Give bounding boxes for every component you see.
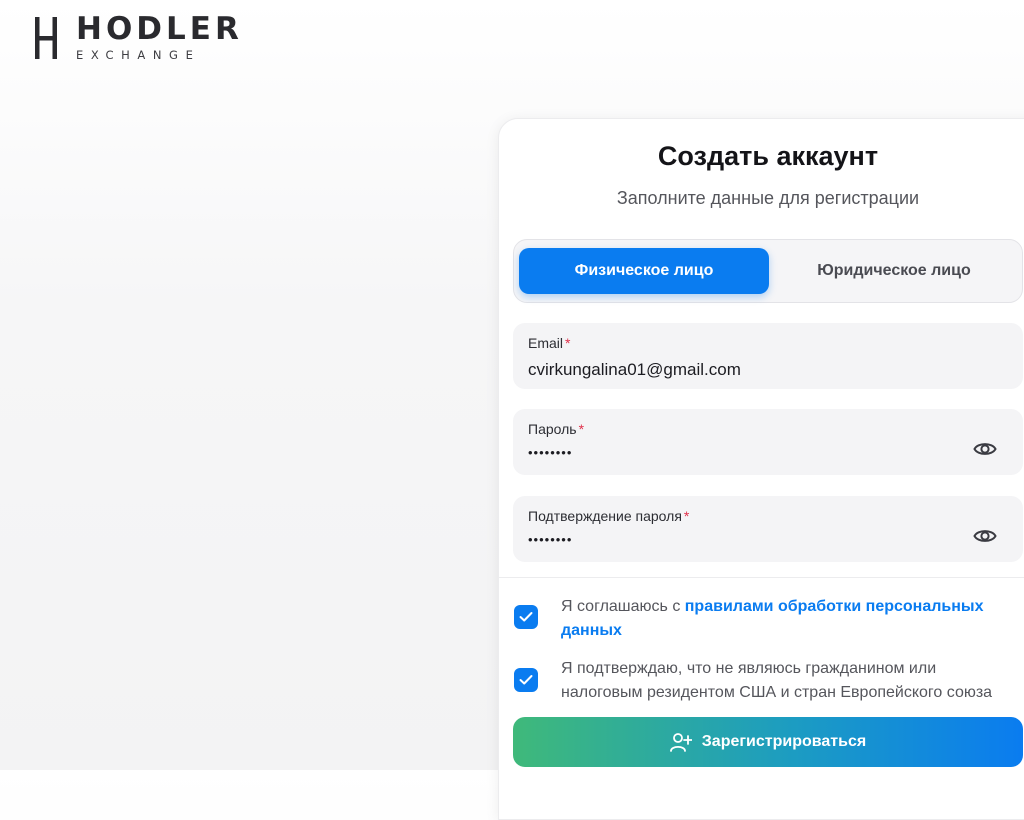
check-icon [519, 675, 533, 685]
password-field[interactable]: Пароль * •••••••• [513, 409, 1023, 475]
consent-text: Я соглашаюсь с правилами обработки персо… [561, 598, 984, 639]
required-mark: * [683, 508, 690, 524]
password-input[interactable]: •••••••• [528, 445, 572, 460]
residency-checkbox[interactable] [514, 668, 538, 692]
email-label: Email * [528, 335, 571, 351]
email-input[interactable]: cvirkungalina01@gmail.com [528, 360, 741, 380]
required-mark: * [578, 421, 585, 437]
page-subtitle: Заполните данные для регистрации [616, 188, 920, 208]
user-plus-icon [669, 732, 692, 752]
account-type-switch: Физическое лицо Юридическое лицо [513, 239, 1023, 303]
confirm-password-input[interactable]: •••••••• [528, 532, 572, 547]
residency-text: Я подтверждаю, что не являюсь гражданино… [561, 660, 993, 701]
brand-logo[interactable]: HODLER EXCHANGE [34, 14, 243, 62]
section-divider [499, 577, 1024, 578]
brand-name: HODLER [76, 11, 243, 47]
email-field[interactable]: Email * cvirkungalina01@gmail.com [513, 323, 1023, 389]
register-button-label: Зарегистрироваться [701, 733, 867, 750]
brand-subtitle: EXCHANGE [76, 48, 201, 62]
eye-icon[interactable] [973, 440, 997, 458]
page-title: Создать аккаунт [657, 141, 879, 171]
register-button[interactable]: Зарегистрироваться [513, 717, 1023, 767]
check-icon [519, 612, 533, 622]
logo-mark-icon [35, 17, 57, 59]
eye-icon[interactable] [973, 527, 997, 545]
required-mark: * [565, 335, 571, 351]
confirm-password-field[interactable]: Подтверждение пароля * •••••••• [513, 496, 1023, 562]
password-label: Пароль * [528, 421, 585, 437]
consent-checkbox[interactable] [514, 605, 538, 629]
tab-legal-entity[interactable]: Юридическое лицо [769, 248, 1019, 294]
registration-card: Создать аккаунт Заполните данные для рег… [498, 118, 1024, 820]
tab-individual[interactable]: Физическое лицо [519, 248, 769, 294]
confirm-password-label: Подтверждение пароля * [528, 508, 690, 524]
